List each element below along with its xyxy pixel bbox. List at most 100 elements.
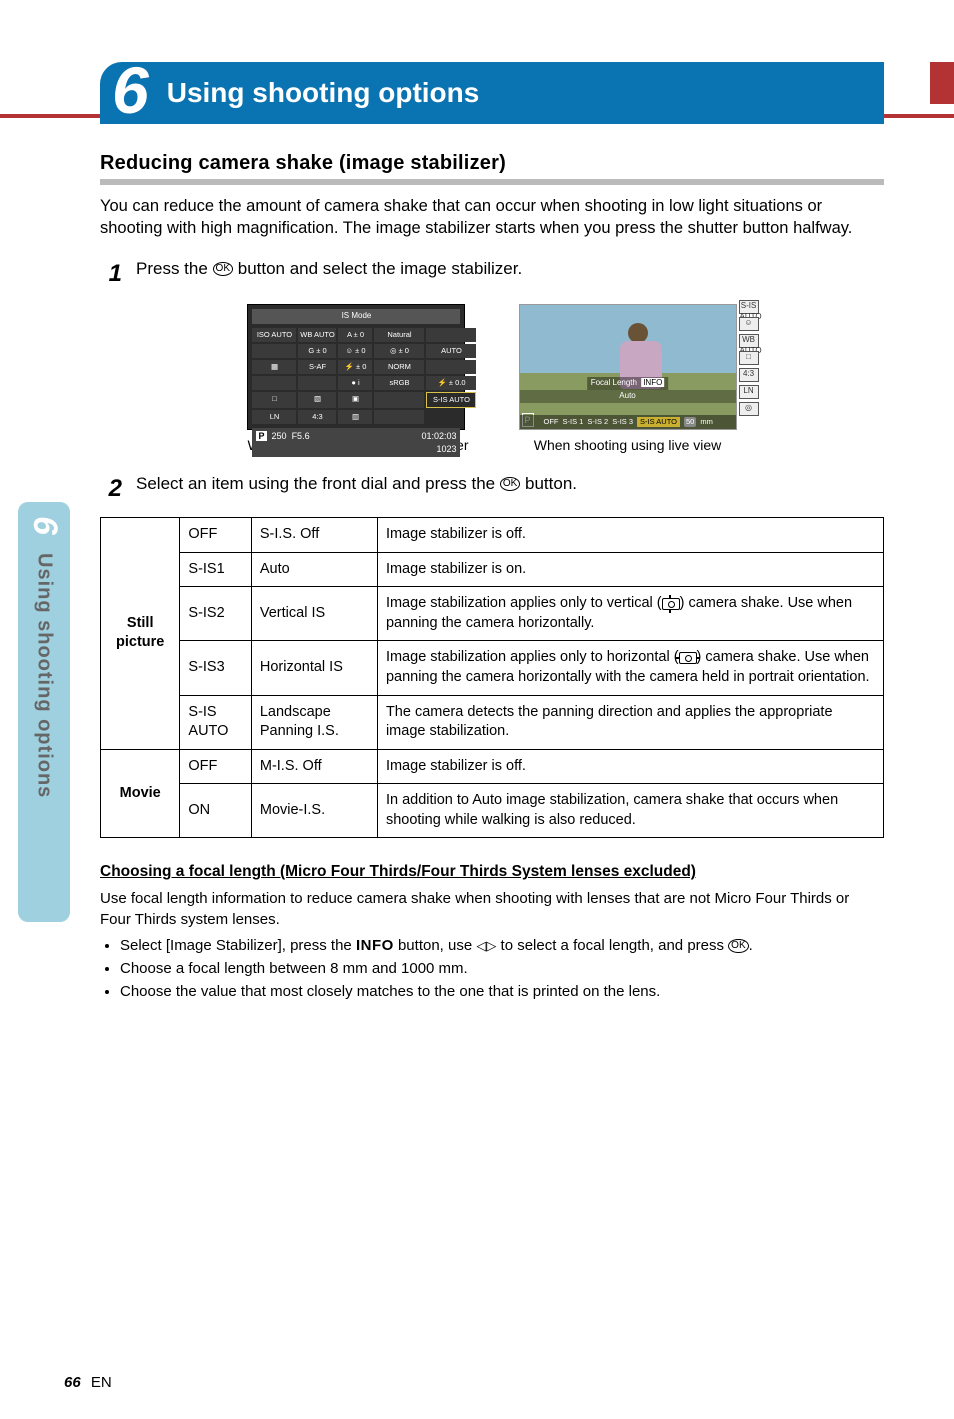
vf-cell: ▣ bbox=[338, 392, 372, 408]
step-text: Select an item using the front dial and … bbox=[136, 473, 577, 496]
lv-auto-label: Auto bbox=[520, 390, 736, 403]
table-cell: Auto bbox=[251, 552, 377, 587]
ok-button-icon: OK bbox=[500, 477, 520, 491]
lv-side-icon: ☺ bbox=[739, 317, 759, 331]
vf-cell: ▦ bbox=[252, 360, 296, 374]
vf-cell: sRGB bbox=[374, 376, 424, 390]
vf-cell: LN bbox=[252, 410, 296, 424]
vf-cell: A ± 0 bbox=[338, 328, 372, 342]
vf-aperture: F5.6 bbox=[292, 431, 310, 441]
lv-mm: mm bbox=[700, 417, 713, 427]
page-footer: 66 EN bbox=[64, 1373, 112, 1393]
subsection-body: Use focal length information to reduce c… bbox=[100, 889, 884, 930]
vf-cell: ISO AUTO bbox=[252, 328, 296, 342]
liveview-wrap: Focal Length INFO Auto P OFF S-IS 1 S-IS… bbox=[519, 304, 737, 455]
table-row: S-IS1 Auto Image stabilizer is on. bbox=[101, 552, 884, 587]
vf-bottom-row: P 250 F5.6 01:02:03 1023 bbox=[252, 428, 460, 456]
lv-side-icon: LN bbox=[739, 385, 759, 399]
table-row: S-IS3 Horizontal IS Image stabilization … bbox=[101, 641, 884, 695]
vf-cell: ☺ ± 0 bbox=[338, 344, 372, 358]
lv-options-bar: OFF S-IS 1 S-IS 2 S-IS 3 S-IS AUTO 50 mm bbox=[520, 415, 736, 429]
lv-side-icon: WB AUTO bbox=[739, 334, 759, 348]
step-text: Press the OK button and select the image… bbox=[136, 258, 522, 281]
table-cell: M-I.S. Off bbox=[251, 749, 377, 784]
chapter-number: 6 bbox=[112, 64, 149, 123]
table-cell: The camera detects the panning direction… bbox=[377, 695, 883, 749]
left-right-arrows-icon: ◁▷ bbox=[476, 937, 496, 955]
lv-opt: S-IS 3 bbox=[612, 417, 633, 427]
table-row: Movie OFF M-I.S. Off Image stabilizer is… bbox=[101, 749, 884, 784]
liveview-panel: Focal Length INFO Auto P OFF S-IS 1 S-IS… bbox=[519, 304, 737, 430]
vf-rec-time: 01:02:03 bbox=[421, 431, 456, 441]
camera-vertical-icon bbox=[662, 598, 680, 610]
vf-cell: AUTO bbox=[426, 344, 476, 358]
vf-cell: ⚡ ± 0 bbox=[338, 360, 372, 374]
vf-cell: 4:3 bbox=[298, 410, 336, 424]
vf-cell: NORM bbox=[374, 360, 424, 374]
lv-side-icon: □ bbox=[739, 351, 759, 365]
vf-cell bbox=[374, 392, 424, 408]
table-row: S-IS2 Vertical IS Image stabilization ap… bbox=[101, 587, 884, 641]
vf-cell bbox=[426, 360, 476, 374]
table-cell: S-IS1 bbox=[180, 552, 251, 587]
li-pre: Select [Image Stabilizer], press the bbox=[120, 937, 356, 954]
table-row: S-IS AUTO Landscape Panning I.S. The cam… bbox=[101, 695, 884, 749]
desc-pre: Image stabilization applies only to vert… bbox=[386, 595, 662, 611]
vf-cell bbox=[252, 376, 296, 390]
chapter-title: Using shooting options bbox=[167, 74, 480, 112]
li-mid2: to select a focal length, and press bbox=[496, 937, 728, 954]
vf-cell: S-AF bbox=[298, 360, 336, 374]
step-text-post: button and select the image stabilizer. bbox=[238, 259, 522, 278]
vf-cell bbox=[426, 328, 476, 342]
list-item: Choose the value that most closely match… bbox=[120, 982, 884, 1002]
page-number: 66 bbox=[64, 1374, 81, 1391]
step-number: 2 bbox=[100, 473, 122, 505]
vf-cell: □ bbox=[252, 392, 296, 408]
table-cell: S-IS AUTO bbox=[180, 695, 251, 749]
lv-side-icon: 4:3 bbox=[739, 368, 759, 382]
subsection-heading: Choosing a focal length (Micro Four Thir… bbox=[100, 862, 884, 883]
table-row: ON Movie-I.S. In addition to Auto image … bbox=[101, 784, 884, 838]
table-cell: Image stabilization applies only to vert… bbox=[377, 587, 883, 641]
step-text-pre: Press the bbox=[136, 259, 213, 278]
vf-mode-p: P bbox=[256, 431, 266, 441]
vf-cell: ● i bbox=[338, 376, 372, 390]
lv-focal-text: Focal Length bbox=[591, 378, 637, 387]
lv-side-icon: S-IS AUTO bbox=[739, 300, 759, 314]
vf-cell: WB AUTO bbox=[298, 328, 336, 342]
table-cell: Landscape Panning I.S. bbox=[251, 695, 377, 749]
lv-caption: When shooting using live view bbox=[519, 436, 737, 455]
table-cell: S-I.S. Off bbox=[251, 518, 377, 553]
table-cell: Image stabilizer is off. bbox=[377, 749, 883, 784]
table-cell: Image stabilizer is on. bbox=[377, 552, 883, 587]
lv-focal-value: 50 bbox=[684, 417, 696, 427]
table-row: Still picture OFF S-I.S. Off Image stabi… bbox=[101, 518, 884, 553]
viewfinder-wrap: IS Mode ISO AUTO WB AUTO A ± 0 Natural G… bbox=[247, 304, 468, 455]
table-cell: In addition to Auto image stabilization,… bbox=[377, 784, 883, 838]
list-item: Choose a focal length between 8 mm and 1… bbox=[120, 959, 884, 979]
screenshot-row: IS Mode ISO AUTO WB AUTO A ± 0 Natural G… bbox=[100, 304, 884, 455]
vf-shots: 1023 bbox=[436, 444, 456, 454]
list-item: Select [Image Stabilizer], press the INF… bbox=[120, 936, 884, 956]
vf-title: IS Mode bbox=[252, 309, 460, 324]
lv-side-icon: ◎ bbox=[739, 402, 759, 416]
bullet-list: Select [Image Stabilizer], press the INF… bbox=[100, 936, 884, 1003]
options-table: Still picture OFF S-I.S. Off Image stabi… bbox=[100, 517, 884, 838]
step-text-post: button. bbox=[525, 474, 577, 493]
step-2: 2 Select an item using the front dial an… bbox=[100, 473, 884, 505]
lv-opt: OFF bbox=[544, 417, 559, 427]
step-number: 1 bbox=[100, 258, 122, 290]
lv-focal-label: Focal Length INFO bbox=[587, 377, 669, 390]
table-cell: ON bbox=[180, 784, 251, 838]
vf-cell: Natural bbox=[374, 328, 424, 342]
desc-pre: Image stabilization applies only to hori… bbox=[386, 649, 679, 665]
lv-opt-selected: S-IS AUTO bbox=[637, 417, 680, 427]
vf-cell bbox=[374, 410, 424, 424]
ok-button-icon: OK bbox=[728, 939, 748, 953]
table-cell: Image stabilizer is off. bbox=[377, 518, 883, 553]
table-cell: Image stabilization applies only to hori… bbox=[377, 641, 883, 695]
vf-cell: ▧ bbox=[298, 392, 336, 408]
chapter-header: 6 Using shooting options bbox=[100, 62, 884, 124]
vf-cell bbox=[252, 344, 296, 358]
ok-button-icon: OK bbox=[213, 262, 233, 276]
